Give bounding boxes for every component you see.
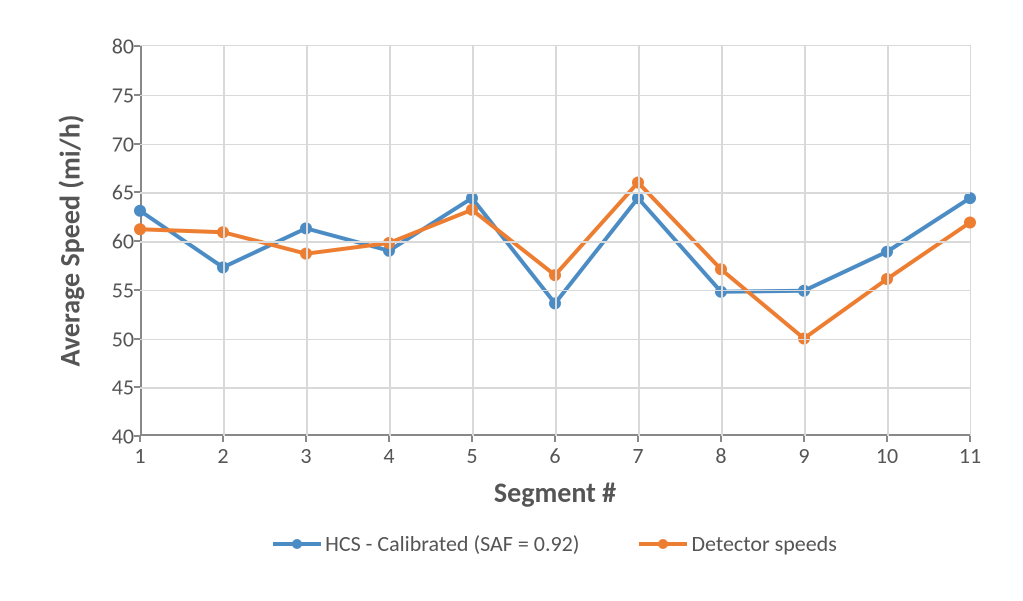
grid-line-v: [887, 46, 889, 436]
grid-line-v: [306, 46, 308, 436]
plot-area: 4045505560657075801234567891011: [140, 45, 971, 436]
legend-label: HCS - Calibrated (SAF = 0.92): [325, 530, 579, 557]
x-tick-label: 3: [300, 442, 311, 469]
x-tick-label: 8: [715, 442, 726, 469]
line-chart: Average Speed (mi/h) 4045505560657075801…: [20, 20, 1003, 581]
grid-line-v: [555, 46, 557, 436]
grid-line-v: [638, 46, 640, 436]
legend-swatch: [639, 534, 687, 554]
legend: HCS - Calibrated (SAF = 0.92) Detector sp…: [140, 530, 970, 557]
y-tick-mark: [134, 289, 140, 291]
grid-line-v: [223, 46, 225, 436]
x-tick-label: 10: [876, 442, 898, 469]
y-tick-label: 45: [112, 374, 134, 401]
y-tick-mark: [134, 191, 140, 193]
x-tick-label: 2: [217, 442, 228, 469]
legend-item: Detector speeds: [639, 530, 836, 557]
y-tick-mark: [134, 338, 140, 340]
data-point: [964, 192, 976, 204]
legend-item: HCS - Calibrated (SAF = 0.92): [273, 530, 579, 557]
y-tick-mark: [134, 240, 140, 242]
y-tick-label: 70: [112, 130, 134, 157]
data-point: [134, 205, 146, 217]
y-axis-label: Average Speed (mi/h): [50, 45, 90, 435]
data-point: [964, 216, 976, 228]
x-tick-label: 4: [383, 442, 394, 469]
y-tick-label: 65: [112, 179, 134, 206]
y-tick-mark: [134, 143, 140, 145]
grid-line-v: [389, 46, 391, 436]
grid-line-v: [472, 46, 474, 436]
legend-label: Detector speeds: [691, 530, 836, 557]
grid-line-v: [804, 46, 806, 436]
y-tick-label: 40: [112, 423, 134, 450]
legend-swatch: [273, 534, 321, 554]
y-tick-mark: [134, 386, 140, 388]
y-tick-label: 55: [112, 276, 134, 303]
y-tick-label: 50: [112, 325, 134, 352]
x-tick-label: 6: [549, 442, 560, 469]
x-tick-label: 1: [134, 442, 145, 469]
y-tick-mark: [134, 94, 140, 96]
x-axis-label: Segment #: [140, 475, 970, 510]
x-tick-label: 7: [632, 442, 643, 469]
x-tick-label: 5: [466, 442, 477, 469]
y-tick-label: 60: [112, 228, 134, 255]
x-tick-label: 9: [798, 442, 809, 469]
data-point: [134, 223, 146, 235]
y-tick-mark: [134, 45, 140, 47]
x-tick-label: 11: [959, 442, 981, 469]
grid-line-v: [721, 46, 723, 436]
y-tick-label: 80: [112, 33, 134, 60]
y-tick-label: 75: [112, 81, 134, 108]
